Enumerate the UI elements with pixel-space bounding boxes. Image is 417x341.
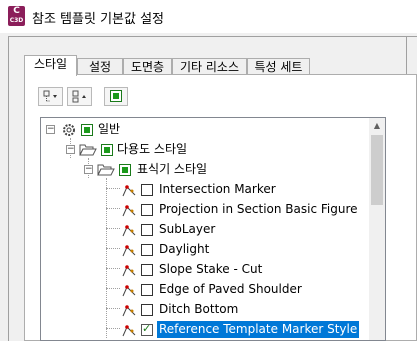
- tab-layers[interactable]: 도면층: [123, 58, 172, 75]
- tree-item-label: Projection in Section Basic Figure: [159, 202, 358, 216]
- tree-item[interactable]: Intersection Marker: [41, 180, 361, 200]
- node-include-checkbox[interactable]: [119, 164, 131, 176]
- item-checkbox[interactable]: [141, 244, 153, 256]
- tree-item-label: Reference Template Marker Style: [157, 321, 360, 338]
- dialog-frame-left: [8, 36, 9, 341]
- item-checkbox[interactable]: [141, 184, 153, 196]
- folder-open-icon: [97, 164, 115, 176]
- tree-item[interactable]: Daylight: [41, 240, 361, 260]
- tab-other-resources[interactable]: 기타 리소스: [172, 58, 247, 75]
- item-checkbox[interactable]: [141, 322, 153, 336]
- tree-node-general[interactable]: − 일반: [41, 120, 361, 140]
- tree-item[interactable]: Edge of Paved Shoulder: [41, 280, 361, 300]
- item-checkbox[interactable]: [141, 304, 153, 316]
- window-title: 참조 템플릿 기본값 설정: [32, 12, 164, 27]
- tab-property-sets[interactable]: 특성 세트: [247, 58, 310, 75]
- collapse-toggle[interactable]: −: [46, 125, 55, 134]
- tree-node-label: 다용도 스타일: [117, 142, 188, 156]
- marker-style-icon: [122, 325, 136, 337]
- tree-item[interactable]: Slope Stake - Cut: [41, 260, 361, 280]
- node-include-checkbox[interactable]: [81, 124, 93, 136]
- tree-node-multipurpose-styles[interactable]: − 다용도 스타일: [41, 140, 361, 160]
- tab-styles[interactable]: 스타일: [24, 55, 77, 76]
- tree-item-label: Daylight: [159, 242, 210, 256]
- tree-item[interactable]: Ditch Bottom: [41, 300, 361, 320]
- item-checkbox[interactable]: [141, 224, 153, 236]
- scroll-up-arrow[interactable]: ▲: [369, 118, 385, 134]
- tree-item[interactable]: Projection in Section Basic Figure: [41, 200, 361, 220]
- tree-item-label: Ditch Bottom: [159, 302, 239, 316]
- collapse-tree-icon: [72, 90, 86, 103]
- marker-style-icon: [122, 185, 136, 197]
- tree-item-label: SubLayer: [159, 222, 216, 236]
- item-checkbox[interactable]: [141, 204, 153, 216]
- tree-item-selected[interactable]: Reference Template Marker Style: [41, 320, 361, 340]
- marker-style-icon: [122, 265, 136, 277]
- collapse-all-button[interactable]: [67, 87, 92, 106]
- marker-style-icon: [122, 285, 136, 297]
- tree-item-label: Slope Stake - Cut: [159, 262, 263, 276]
- style-tree[interactable]: − 일반 − 다용도 스타일 − 표식기 스타일 Intersection Ma…: [40, 117, 369, 341]
- item-checkbox[interactable]: [141, 264, 153, 276]
- tree-node-marker-styles[interactable]: − 표식기 스타일: [41, 160, 361, 180]
- node-include-checkbox[interactable]: [101, 144, 113, 156]
- marker-style-icon: [122, 205, 136, 217]
- green-check-icon: [110, 90, 122, 102]
- marker-style-icon: [122, 305, 136, 317]
- marker-style-icon: [122, 245, 136, 257]
- civil3d-app-icon: C C3D: [8, 6, 25, 26]
- tree-item-label: Intersection Marker: [159, 182, 276, 196]
- expand-all-button[interactable]: [38, 87, 63, 106]
- tree-item[interactable]: SubLayer: [41, 220, 361, 240]
- folder-open-icon: [79, 144, 97, 156]
- dialog-frame-top: [8, 36, 417, 37]
- tab-settings[interactable]: 설정: [77, 58, 123, 75]
- marker-style-icon: [122, 225, 136, 237]
- title-bar: C C3D 참조 템플릿 기본값 설정: [0, 0, 417, 33]
- expand-tree-icon: [43, 90, 57, 102]
- tree-node-label: 일반: [98, 122, 121, 136]
- tree-node-label: 표식기 스타일: [137, 162, 208, 176]
- tree-scrollbar[interactable]: ▲: [369, 117, 386, 341]
- collapse-toggle[interactable]: −: [66, 145, 75, 154]
- collapse-toggle[interactable]: −: [84, 165, 93, 174]
- item-checkbox[interactable]: [141, 284, 153, 296]
- tree-item-label: Edge of Paved Shoulder: [159, 282, 302, 296]
- gear-icon: [63, 124, 75, 136]
- select-all-button[interactable]: [104, 87, 128, 106]
- scroll-thumb[interactable]: [371, 135, 383, 205]
